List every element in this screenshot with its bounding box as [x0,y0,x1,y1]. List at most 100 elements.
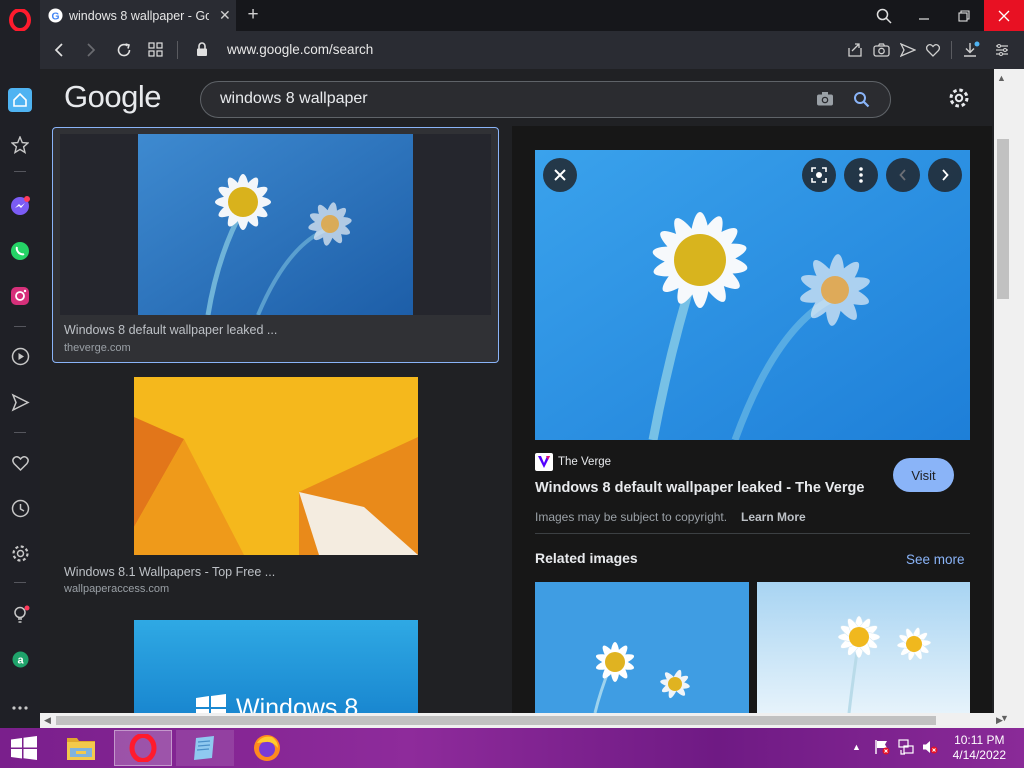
search-input[interactable] [220,90,780,108]
windows-start-icon[interactable] [0,730,48,766]
url-text[interactable]: www.google.com/search [227,42,373,57]
opera-sidebar: a [0,0,40,728]
clock-date: 4/14/2022 [952,748,1006,762]
speed-dial-icon[interactable] [8,88,32,112]
tabs-grid-icon[interactable] [148,42,163,57]
sidebar-divider [14,326,26,327]
result-card-selected[interactable]: Windows 8 default wallpaper leaked ... t… [52,127,499,363]
related-images-heading: Related images [535,550,638,566]
next-image-icon[interactable] [928,158,962,192]
address-divider [951,41,952,59]
sidebar-divider [14,171,26,172]
result-source[interactable]: wallpaperaccess.com [64,583,169,595]
previous-image-icon[interactable] [886,158,920,192]
instagram-icon[interactable] [8,284,32,308]
lightbulb-icon[interactable] [8,602,32,626]
sidebar-divider [14,432,26,433]
firefox-taskbar-icon[interactable] [238,730,296,766]
close-preview-icon[interactable] [543,158,577,192]
the-verge-favicon-icon [535,453,553,471]
google-settings-gear-icon[interactable] [948,87,970,109]
volume-muted-icon[interactable] [922,739,938,755]
minimize-icon[interactable] [904,0,944,31]
vertical-scrollbar[interactable]: ▲ [994,69,1012,713]
opera-logo-icon[interactable] [8,8,32,32]
tab-strip: G windows 8 wallpaper - Goo ✕ + [40,0,1024,31]
see-more-link[interactable]: See more [906,552,965,567]
visit-button[interactable]: Visit [893,458,954,492]
restore-icon[interactable] [944,0,984,31]
preview-title[interactable]: Windows 8 default wallpaper leaked - The… [535,480,864,496]
settings-gear-icon[interactable] [8,541,32,565]
scroll-up-arrow-icon[interactable]: ▲ [997,73,1006,83]
tab-google-search[interactable]: G windows 8 wallpaper - Goo ✕ [40,0,236,31]
search-box[interactable] [200,81,891,118]
preview-large-image[interactable] [535,150,970,440]
clock-time: 10:11 PM [954,733,1005,747]
google-logo[interactable]: Google [64,79,161,115]
image-results-column: Windows 8 default wallpaper leaked ... t… [40,126,512,713]
flow-send-icon[interactable] [8,390,32,414]
bookmark-heart-icon[interactable] [925,42,941,58]
search-magnifier-icon[interactable] [853,91,870,108]
easy-setup-menu-icon[interactable] [995,43,1009,57]
snapshot-camera-icon[interactable] [873,42,890,58]
related-image-1[interactable] [535,582,749,713]
forward-icon[interactable] [84,42,98,58]
google-header: Google [40,69,1012,126]
daisy-thumbnail-image[interactable] [138,134,413,315]
related-image-2[interactable] [757,582,970,713]
preview-source-name[interactable]: The Verge [558,456,611,468]
network-icon[interactable] [898,739,914,755]
svg-text:G: G [51,11,59,22]
google-lens-icon[interactable] [802,158,836,192]
result-title[interactable]: Windows 8.1 Wallpapers - Top Free ... [64,565,275,579]
scroll-down-arrow-icon[interactable]: ▼ [1000,713,1009,723]
svg-text:a: a [17,654,24,666]
tab-search-icon[interactable] [864,0,904,31]
close-window-icon[interactable] [984,0,1024,31]
horizontal-scrollbar[interactable]: ◀ ▶ [40,713,1012,728]
heart-icon[interactable] [8,451,32,475]
more-options-icon[interactable] [844,158,878,192]
reload-icon[interactable] [116,42,132,58]
address-divider [177,41,178,59]
tab-title: windows 8 wallpaper - Goo [69,8,209,23]
send-icon[interactable] [900,42,916,58]
windows8-logo-thumbnail[interactable]: Windows 8 [134,620,418,713]
new-tab-plus-icon[interactable]: + [243,5,263,25]
downloads-icon[interactable] [962,41,980,59]
aria-icon[interactable]: a [8,647,32,671]
show-hidden-icons-icon[interactable]: ▲ [852,742,861,752]
file-explorer-icon[interactable] [52,730,110,766]
windows8-logo-text: Windows 8 [236,694,359,713]
system-clock[interactable]: 10:11 PM 4/14/2022 [953,733,1006,763]
share-icon[interactable] [847,42,863,58]
search-by-image-camera-icon[interactable] [816,91,834,107]
more-dots-icon[interactable] [8,696,32,720]
horizontal-scroll-thumb[interactable] [56,716,936,725]
orange-wallpaper-thumbnail[interactable] [134,377,418,555]
notepad-taskbar-icon[interactable] [176,730,234,766]
back-icon[interactable] [52,42,66,58]
scrollbar-corner [1012,69,1024,728]
bookmarks-icon[interactable] [8,133,32,157]
image-preview-panel: The Verge Windows 8 default wallpaper le… [512,126,992,713]
vertical-scroll-thumb[interactable] [997,139,1009,299]
whatsapp-icon[interactable] [8,239,32,263]
opera-taskbar-icon[interactable] [114,730,172,766]
scroll-left-arrow-icon[interactable]: ◀ [44,715,51,726]
tab-close-icon[interactable]: ✕ [219,7,231,24]
result-title[interactable]: Windows 8 default wallpaper leaked ... [64,323,277,337]
address-bar: www.google.com/search [40,31,1024,69]
web-page: Google windows 8 wallpaper Windows 8 def… [40,69,1012,713]
messenger-icon[interactable] [8,194,32,218]
action-center-flag-icon[interactable] [874,739,890,755]
learn-more-link[interactable]: Learn More [741,510,806,524]
player-icon[interactable] [8,344,32,368]
google-favicon-icon: G [48,8,63,23]
preview-divider [535,533,970,534]
result-source[interactable]: theverge.com [64,342,131,354]
history-clock-icon[interactable] [8,496,32,520]
lock-icon[interactable] [196,42,208,57]
